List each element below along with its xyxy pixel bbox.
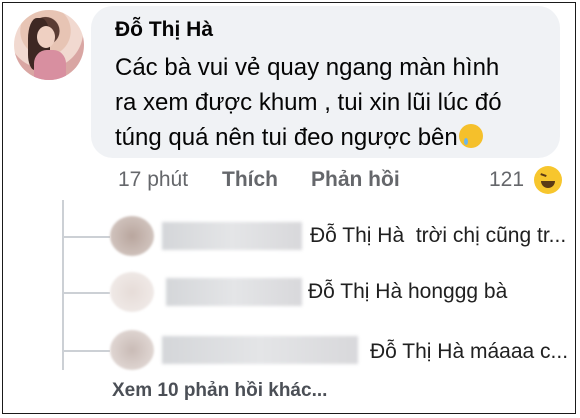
comment-text-line: ra xem được khum , tui xin lũi lúc đó bbox=[115, 89, 502, 116]
thread-branch bbox=[62, 292, 110, 294]
reply-mention[interactable]: Đỗ Thị Hà bbox=[308, 280, 402, 303]
like-button[interactable]: Thích bbox=[222, 168, 278, 192]
comment-text-span: túng quá nên tui đeo ngược bên bbox=[115, 124, 458, 151]
reaction-count[interactable]: 121 bbox=[489, 168, 524, 192]
comment-bubble: Đỗ Thị Hà Các bà vui vẻ quay ngang màn h… bbox=[91, 6, 560, 158]
reply-text: Đỗ Thị Hà máaaa c... bbox=[370, 340, 568, 364]
blurred-name bbox=[166, 278, 302, 306]
comment-author[interactable]: Đỗ Thị Hà bbox=[115, 18, 213, 42]
avatar[interactable] bbox=[110, 216, 154, 256]
thread-line bbox=[62, 200, 64, 370]
avatar[interactable] bbox=[14, 10, 84, 80]
blurred-name bbox=[162, 336, 358, 364]
reply-body: máaaa c... bbox=[470, 340, 569, 363]
tear-smile-emoji-icon bbox=[458, 124, 483, 148]
blurred-name bbox=[162, 222, 302, 250]
comment-actions: 17 phút Thích Phản hồi 121 bbox=[0, 166, 580, 198]
avatar[interactable] bbox=[110, 330, 154, 370]
comment-text-line: Các bà vui vẻ quay ngang màn hình bbox=[115, 54, 500, 81]
avatar[interactable] bbox=[110, 272, 154, 312]
comment-time[interactable]: 17 phút bbox=[118, 168, 188, 192]
reply-body: trời chị cũng tr... bbox=[415, 224, 567, 247]
comment-text-line: túng quá nên tui đeo ngược bên bbox=[115, 124, 483, 152]
reply-text: Đỗ Thị Hà trời chị cũng tr... bbox=[310, 224, 566, 248]
thread-branch bbox=[62, 350, 110, 352]
haha-reaction-icon[interactable] bbox=[534, 166, 562, 194]
reply-button[interactable]: Phản hồi bbox=[311, 168, 400, 192]
reply-mention[interactable]: Đỗ Thị Hà bbox=[370, 340, 464, 363]
reply-text: Đỗ Thị Hà honggg bà bbox=[308, 280, 507, 304]
reply-mention[interactable]: Đỗ Thị Hà bbox=[310, 224, 404, 247]
thread-branch bbox=[62, 236, 110, 238]
view-more-replies-link[interactable]: Xem 10 phản hồi khác... bbox=[112, 380, 327, 402]
reply-body: honggg bà bbox=[408, 280, 508, 303]
